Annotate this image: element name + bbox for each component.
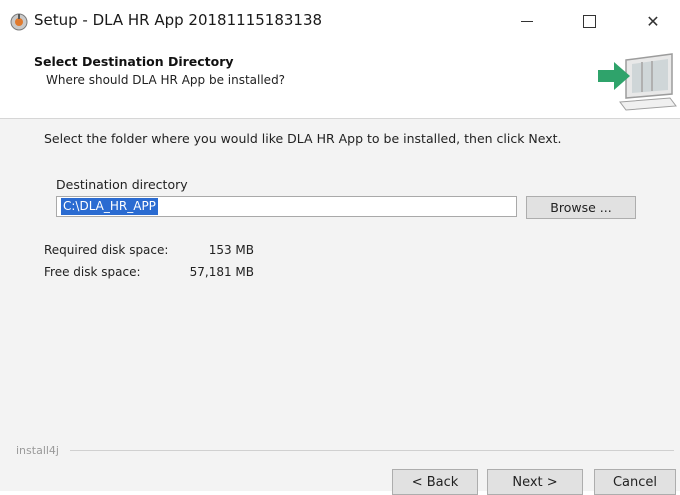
- required-space-value: 153 MB: [208, 243, 254, 257]
- required-space-label: Required disk space:: [44, 243, 169, 257]
- title-bar[interactable]: Setup - DLA HR App 20181115183138 ✕: [0, 0, 680, 42]
- cancel-button[interactable]: Cancel: [594, 469, 676, 495]
- footer-divider: [70, 450, 674, 451]
- maximize-button[interactable]: [566, 0, 612, 42]
- close-button[interactable]: ✕: [630, 0, 676, 42]
- close-icon: ✕: [646, 11, 660, 31]
- free-space-value: 57,181 MB: [189, 265, 254, 279]
- installer-brand: install4j: [16, 444, 59, 457]
- minimize-icon: [521, 20, 533, 22]
- browse-button[interactable]: Browse ...: [526, 196, 636, 219]
- wizard-content: Select the folder where you would like D…: [0, 119, 680, 495]
- required-space-row: Required disk space: 153 MB: [44, 243, 254, 257]
- setup-window: Setup - DLA HR App 20181115183138 ✕ Sele…: [0, 0, 680, 495]
- page-title: Select Destination Directory: [34, 54, 234, 69]
- destination-directory-label: Destination directory: [56, 177, 188, 192]
- free-space-label: Free disk space:: [44, 265, 141, 279]
- free-space-row: Free disk space: 57,181 MB: [44, 265, 254, 279]
- minimize-button[interactable]: [504, 0, 550, 42]
- page-subtitle: Where should DLA HR App be installed?: [46, 73, 286, 87]
- destination-directory-value: C:\DLA_HR_APP: [61, 198, 158, 215]
- window-title: Setup - DLA HR App 20181115183138: [34, 11, 323, 29]
- back-button[interactable]: < Back: [392, 469, 478, 495]
- setup-app-icon: [10, 13, 28, 31]
- destination-directory-input[interactable]: C:\DLA_HR_APP: [56, 196, 517, 217]
- maximize-icon: [582, 14, 596, 28]
- instruction-text: Select the folder where you would like D…: [44, 131, 562, 146]
- wizard-header: Select Destination Directory Where shoul…: [0, 42, 680, 119]
- computer-install-arrow-icon: [598, 53, 677, 111]
- next-button[interactable]: Next >: [487, 469, 583, 495]
